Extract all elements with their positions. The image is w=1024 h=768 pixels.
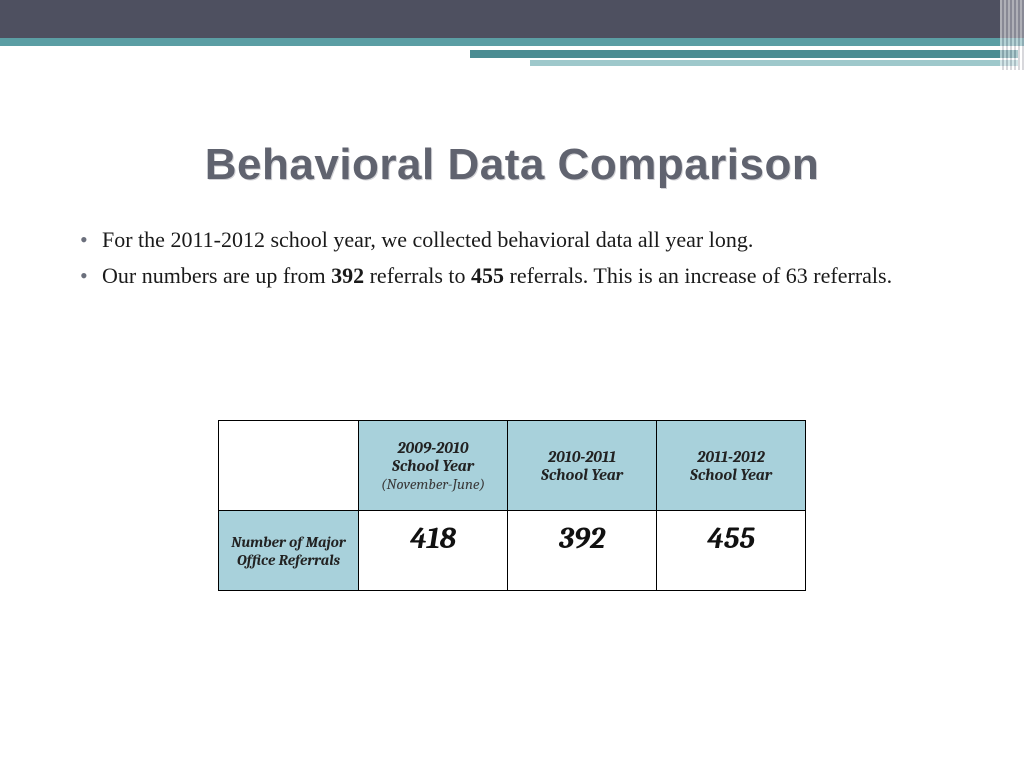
col3-line2: School Year xyxy=(690,466,772,484)
bullet-2-num-2: 455 xyxy=(471,263,504,288)
bullet-list: For the 2011-2012 school year, we collec… xyxy=(80,225,940,296)
header-bar-dark xyxy=(0,0,1024,38)
bullet-2: Our numbers are up from 392 referrals to… xyxy=(80,261,940,291)
col2-line2: School Year xyxy=(541,466,623,484)
col1-line2: School Year xyxy=(392,457,474,475)
slide-title: Behavioral Data Comparison xyxy=(0,140,1024,190)
header-right-stripes xyxy=(1000,0,1024,70)
data-table-wrap: 2009-2010 School Year (November-June) 20… xyxy=(218,420,806,591)
cell-2011-2012: 455 xyxy=(657,511,806,591)
bullet-2-pre: Our numbers are up from xyxy=(102,263,331,288)
cell-2009-2010: 418 xyxy=(359,511,508,591)
header-bar-teal-3 xyxy=(530,60,1018,66)
col-header-2011-2012: 2011-2012 School Year xyxy=(657,421,806,511)
col1-line1: 2009-2010 xyxy=(397,439,468,457)
bullet-2-num-1: 392 xyxy=(331,263,364,288)
row-header-referrals: Number of Major Office Referrals xyxy=(219,511,359,591)
col-header-2010-2011: 2010-2011 School Year xyxy=(508,421,657,511)
cell-2010-2011: 392 xyxy=(508,511,657,591)
col2-line1: 2010-2011 xyxy=(548,448,616,466)
data-table: 2009-2010 School Year (November-June) 20… xyxy=(218,420,806,591)
bullet-1-text: For the 2011-2012 school year, we collec… xyxy=(102,227,753,252)
slide: Behavioral Data Comparison For the 2011-… xyxy=(0,0,1024,768)
table-data-row: Number of Major Office Referrals 418 392… xyxy=(219,511,806,591)
col1-sub: (November-June) xyxy=(365,475,501,493)
col3-line1: 2011-2012 xyxy=(697,448,764,466)
header-bar-teal-2 xyxy=(470,50,1018,58)
bullet-1: For the 2011-2012 school year, we collec… xyxy=(80,225,940,255)
bullet-2-post: referrals. This is an increase of 63 ref… xyxy=(504,263,892,288)
bullet-2-mid: referrals to xyxy=(364,263,471,288)
table-header-row: 2009-2010 School Year (November-June) 20… xyxy=(219,421,806,511)
table-blank-header xyxy=(219,421,359,511)
header-bar-teal-1 xyxy=(0,38,1024,46)
col-header-2009-2010: 2009-2010 School Year (November-June) xyxy=(359,421,508,511)
